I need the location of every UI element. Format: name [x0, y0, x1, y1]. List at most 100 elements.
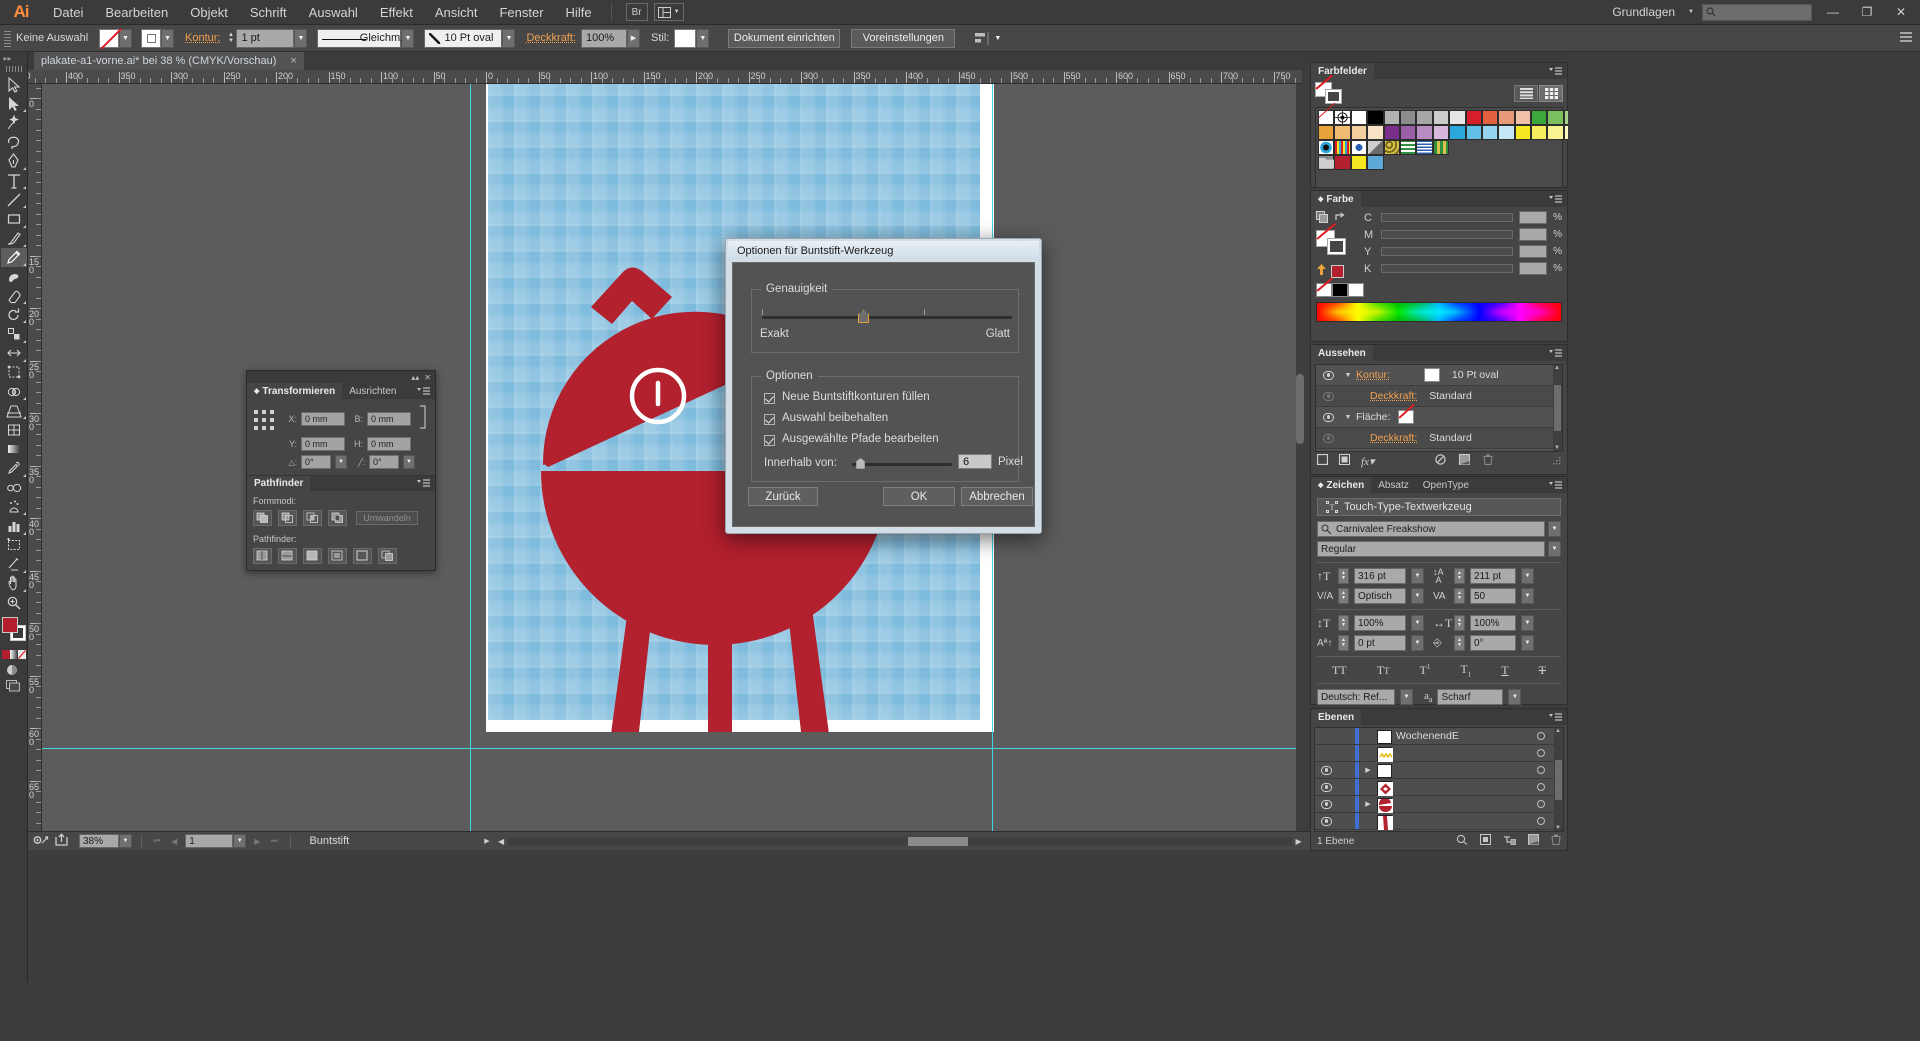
opacity-control[interactable]: 100% ▶: [580, 28, 640, 48]
layer-lock-toggle[interactable]: [1337, 762, 1355, 778]
panel-menu-icon[interactable]: [412, 476, 435, 491]
share-on-behance-icon[interactable]: [55, 833, 70, 849]
previous-artboard-button[interactable]: ◀: [168, 834, 180, 848]
swatch-color[interactable]: [1350, 155, 1368, 170]
layer-target-indicator[interactable]: [1528, 762, 1554, 778]
underline-icon[interactable]: T: [1501, 663, 1508, 678]
within-value-input[interactable]: 6: [958, 454, 992, 469]
swatch-color[interactable]: [1449, 110, 1466, 125]
baseline-shift-stepper[interactable]: ▲ ▼: [1338, 635, 1349, 651]
language-input[interactable]: Deutsch: Ref...: [1317, 689, 1395, 706]
leading-input[interactable]: 211 pt: [1470, 568, 1516, 584]
add-new-fill-icon[interactable]: [1339, 454, 1350, 468]
color-channel-input[interactable]: [1519, 245, 1548, 258]
swatch-color[interactable]: [1367, 125, 1384, 140]
align-dropdown-arrow[interactable]: ▼: [991, 29, 1004, 48]
canvas-vertical-scrollbar[interactable]: [1296, 84, 1304, 831]
vertical-scale-dropdown[interactable]: ▼: [1411, 615, 1424, 631]
stroke-profile-control[interactable]: Gleichm. ▼: [317, 28, 415, 48]
add-effect-icon[interactable]: fx▾: [1361, 455, 1374, 468]
window-restore-button[interactable]: ❐: [1854, 0, 1880, 25]
shape-builder-tool[interactable]: [1, 382, 27, 401]
layer-name[interactable]: [1396, 779, 1528, 795]
stroke-weight-label[interactable]: Kontur:: [185, 32, 220, 44]
opacity-dropdown[interactable]: ▶: [626, 28, 640, 48]
menu-item-effekt[interactable]: Effekt: [369, 0, 424, 25]
layer-visibility-toggle[interactable]: [1315, 813, 1337, 829]
layer-row[interactable]: WochenendE: [1315, 728, 1554, 745]
color-channel-slider[interactable]: [1381, 264, 1514, 273]
first-artboard-button[interactable]: ⏮: [151, 834, 163, 848]
layer-lock-toggle[interactable]: [1337, 728, 1355, 744]
control-bar-grip[interactable]: [4, 29, 11, 47]
visibility-toggle[interactable]: [1316, 433, 1340, 443]
zoom-level-input[interactable]: 38%: [79, 834, 119, 848]
transform-rotate-input[interactable]: 0°: [301, 455, 331, 469]
rectangle-tool[interactable]: [1, 209, 27, 228]
appearance-list-container[interactable]: ▼ Kontur: 10 Pt oval Deckkraft: Standard ▼ Flä…: [1315, 364, 1563, 452]
color-panel[interactable]: ◆ Farbe C % M % Y % K %: [1310, 190, 1568, 342]
layer-lock-toggle[interactable]: [1337, 779, 1355, 795]
color-spectrum-bar[interactable]: [1316, 302, 1562, 322]
layer-row[interactable]: ▶: [1315, 762, 1554, 779]
fill-color-indicator[interactable]: [1, 617, 18, 634]
appearance-row[interactable]: Deckkraft: Standard: [1316, 428, 1553, 449]
horizontal-guide[interactable]: [42, 748, 1302, 749]
touch-type-tool-button[interactable]: T Touch-Type-Textwerkzeug: [1317, 498, 1561, 516]
layer-visibility-toggle[interactable]: [1315, 745, 1337, 761]
intersect-icon[interactable]: [303, 510, 322, 526]
tab-ausrichten[interactable]: Ausrichten: [342, 383, 403, 399]
line-segment-tool[interactable]: [1, 190, 27, 209]
merge-icon[interactable]: [303, 548, 322, 564]
appearance-row[interactable]: ▼ Fläche:: [1316, 403, 1553, 428]
swatch-color[interactable]: [1465, 110, 1482, 125]
swatches-panel[interactable]: Farbfelder ▲: [1310, 62, 1669, 202]
layer-expand-arrow[interactable]: [1359, 728, 1377, 744]
zoom-control[interactable]: 38% ▼: [79, 834, 132, 848]
horizontal-scale-dropdown[interactable]: ▼: [1521, 615, 1534, 631]
layer-expand-arrow[interactable]: [1359, 745, 1377, 761]
layer-visibility-toggle[interactable]: [1315, 762, 1337, 778]
checkbox-keep-selected[interactable]: [764, 414, 775, 425]
swatch-color[interactable]: [1399, 125, 1417, 140]
layer-visibility-toggle[interactable]: [1315, 779, 1337, 795]
layer-lock-toggle[interactable]: [1337, 813, 1355, 829]
tab-opentype[interactable]: OpenType: [1416, 477, 1476, 493]
layer-target-indicator[interactable]: [1528, 796, 1554, 812]
lasso-tool[interactable]: [1, 133, 27, 152]
transform-pathfinder-panel[interactable]: ▴▴ ✕ ◆ Transformieren Ausrichten X: 0 mm…: [246, 370, 436, 571]
appearance-panel[interactable]: Aussehen ▼ Kontur: 10 Pt oval Deckkraft: Sta…: [1310, 344, 1568, 475]
tab-transformieren[interactable]: ◆ Transformieren: [247, 383, 343, 399]
perspective-grid-tool[interactable]: [1, 401, 27, 420]
column-graph-tool[interactable]: [1, 516, 27, 535]
color-channel-input[interactable]: [1519, 211, 1548, 224]
resize-grip-icon[interactable]: [1553, 454, 1561, 468]
trim-icon[interactable]: [278, 548, 297, 564]
character-rotation-stepper[interactable]: ▲ ▼: [1454, 635, 1465, 651]
swatch-color[interactable]: [1383, 125, 1400, 140]
artboard-number-dropdown[interactable]: ▼: [233, 834, 247, 848]
appearance-list[interactable]: ▼ Kontur: 10 Pt oval Deckkraft: Standard ▼ Flä…: [1316, 365, 1553, 451]
chevron-down-icon[interactable]: ▼: [1555, 825, 1561, 831]
font-size-input[interactable]: 316 pt: [1354, 568, 1406, 584]
width-tool[interactable]: [1, 344, 27, 363]
swatch-color[interactable]: [1350, 125, 1368, 140]
outline-icon[interactable]: [353, 548, 372, 564]
color-channel-input[interactable]: [1519, 262, 1548, 275]
stroke-profile-dropdown[interactable]: ▼: [401, 28, 415, 48]
layer-name[interactable]: [1396, 796, 1528, 812]
zoom-level-dropdown[interactable]: ▼: [119, 834, 132, 848]
transform-w-input[interactable]: 0 mm: [367, 411, 411, 426]
scale-tool[interactable]: [1, 324, 27, 343]
color-channel-slider[interactable]: [1381, 213, 1514, 222]
tab-ebenen[interactable]: Ebenen: [1311, 709, 1362, 725]
opacity-field[interactable]: 100%: [580, 28, 627, 48]
layer-visibility-toggle[interactable]: [1315, 728, 1337, 744]
font-size-stepper[interactable]: ▲ ▼: [1338, 568, 1349, 584]
swatch-registration[interactable]: [1334, 110, 1351, 125]
font-family-input[interactable]: Carnivalee Freakshow: [1317, 521, 1545, 537]
color-channel-slider[interactable]: [1381, 230, 1514, 239]
layers-panel[interactable]: Ebenen WochenendE ▶ ▶ ▲ ▼ 1 Ebene: [1310, 708, 1568, 851]
transform-h-input[interactable]: 0 mm: [367, 437, 411, 451]
black-swatch[interactable]: [1332, 283, 1348, 297]
